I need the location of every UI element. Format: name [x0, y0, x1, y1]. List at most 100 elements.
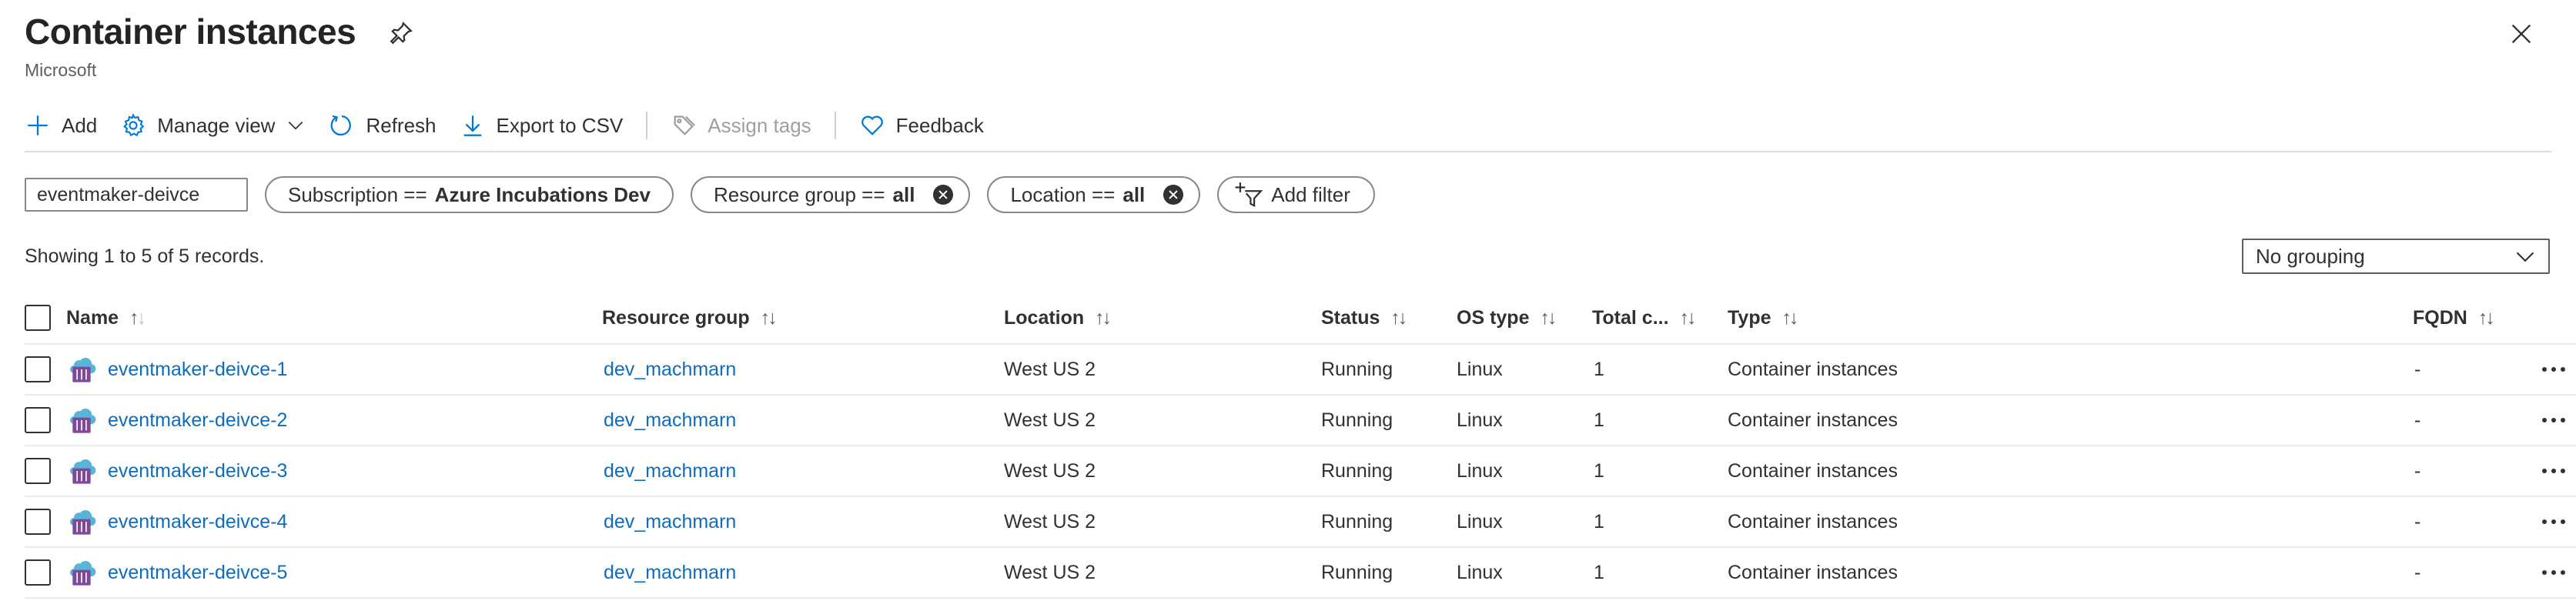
- total-containers-value: 1: [1594, 459, 1604, 482]
- feedback-button[interactable]: Feedback: [859, 112, 984, 139]
- resource-group-link[interactable]: dev_machmarn: [604, 359, 736, 381]
- refresh-label: Refresh: [366, 113, 437, 137]
- sort-icon: ↑↓: [1540, 306, 1557, 329]
- type-value: Container instances: [1728, 358, 1898, 380]
- close-icon[interactable]: [2508, 21, 2534, 47]
- total-containers-value: 1: [1594, 358, 1604, 380]
- add-filter-icon: [1235, 182, 1263, 208]
- resource-group-link[interactable]: dev_machmarn: [604, 460, 736, 482]
- total-containers-value: 1: [1594, 561, 1604, 583]
- resource-name-link[interactable]: eventmaker-deivce-2: [108, 409, 287, 432]
- location-filter-label: Location ==: [1010, 182, 1116, 206]
- resource-group-link[interactable]: dev_machmarn: [604, 409, 736, 432]
- fqdn-value: -: [2414, 358, 2421, 380]
- type-value: Container instances: [1728, 459, 1898, 482]
- table-row[interactable]: eventmaker-deivce-2 dev_machmarn West US…: [25, 396, 2576, 446]
- more-actions-icon[interactable]: [2542, 570, 2565, 575]
- column-resource-group-label: Resource group: [602, 306, 750, 329]
- assign-tags-label: Assign tags: [708, 113, 811, 137]
- select-all-checkbox[interactable]: [25, 305, 51, 331]
- resource-group-link[interactable]: dev_machmarn: [604, 511, 736, 533]
- container-instance-icon: [70, 561, 96, 586]
- add-filter-label: Add filter: [1271, 182, 1350, 206]
- row-checkbox[interactable]: [25, 458, 51, 484]
- location-value: West US 2: [1004, 358, 1096, 380]
- pin-icon[interactable]: [388, 20, 414, 46]
- resource-name-link[interactable]: eventmaker-deivce-1: [108, 359, 287, 381]
- column-header-location[interactable]: Location ↑↓: [1004, 292, 1112, 343]
- add-filter-button[interactable]: Add filter: [1217, 176, 1375, 213]
- status-value: Running: [1321, 510, 1393, 533]
- column-header-fqdn[interactable]: FQDN ↑↓: [2413, 292, 2495, 343]
- column-type-label: Type: [1728, 306, 1771, 329]
- location-value: West US 2: [1004, 409, 1096, 431]
- search-input[interactable]: [25, 178, 248, 212]
- subscription-filter-value: Azure Incubations Dev: [434, 182, 651, 206]
- page-title: Container instances: [25, 12, 356, 52]
- tag-icon: [674, 115, 696, 135]
- os-type-value: Linux: [1457, 561, 1503, 583]
- resource-name-link[interactable]: eventmaker-deivce-5: [108, 562, 287, 584]
- column-status-label: Status: [1321, 306, 1380, 329]
- type-value: Container instances: [1728, 510, 1898, 533]
- resource-name-link[interactable]: eventmaker-deivce-4: [108, 511, 287, 533]
- column-header-type[interactable]: Type ↑↓: [1728, 292, 1799, 343]
- resource-name-link[interactable]: eventmaker-deivce-3: [108, 460, 287, 482]
- subscription-filter-pill[interactable]: Subscription == Azure Incubations Dev: [265, 176, 674, 213]
- total-containers-value: 1: [1594, 409, 1604, 431]
- chevron-down-icon: [2516, 252, 2534, 262]
- resource-group-link[interactable]: dev_machmarn: [604, 562, 736, 584]
- row-checkbox[interactable]: [25, 407, 51, 433]
- toolbar-divider: [646, 112, 648, 139]
- records-count: Showing 1 to 5 of 5 records.: [25, 245, 265, 267]
- column-header-total[interactable]: Total c... ↑↓: [1592, 292, 1697, 343]
- fqdn-value: -: [2414, 409, 2421, 431]
- sort-icon: ↑↓: [129, 306, 146, 329]
- page-subtitle: Microsoft: [25, 60, 97, 80]
- table-row[interactable]: eventmaker-deivce-4 dev_machmarn West US…: [25, 497, 2576, 548]
- column-name-label: Name: [66, 306, 119, 329]
- column-location-label: Location: [1004, 306, 1085, 329]
- resource-group-filter-pill[interactable]: Resource group == all: [690, 176, 971, 213]
- feedback-label: Feedback: [895, 113, 984, 137]
- toolbar-divider: [834, 112, 836, 139]
- export-csv-button[interactable]: Export to CSV: [460, 112, 623, 139]
- os-type-value: Linux: [1457, 358, 1503, 380]
- column-total-label: Total c...: [1592, 306, 1669, 329]
- more-actions-icon[interactable]: [2542, 519, 2565, 524]
- fqdn-value: -: [2414, 510, 2421, 533]
- add-button[interactable]: Add: [25, 112, 97, 139]
- location-value: West US 2: [1004, 459, 1096, 482]
- heart-icon: [861, 115, 883, 135]
- row-checkbox[interactable]: [25, 509, 51, 535]
- more-actions-icon[interactable]: [2542, 418, 2565, 422]
- more-actions-icon[interactable]: [2542, 367, 2565, 372]
- more-actions-icon[interactable]: [2542, 469, 2565, 473]
- column-header-resource-group[interactable]: Resource group ↑↓: [602, 292, 778, 343]
- table-row[interactable]: eventmaker-deivce-3 dev_machmarn West US…: [25, 446, 2576, 497]
- column-header-status[interactable]: Status ↑↓: [1321, 292, 1407, 343]
- os-type-value: Linux: [1457, 459, 1503, 482]
- assign-tags-button[interactable]: Assign tags: [671, 112, 811, 139]
- column-os-type-label: OS type: [1457, 306, 1530, 329]
- location-filter-pill[interactable]: Location == all: [987, 176, 1201, 213]
- table-row[interactable]: eventmaker-deivce-5 dev_machmarn West US…: [25, 548, 2576, 599]
- grouping-dropdown[interactable]: No grouping: [2242, 239, 2550, 274]
- location-filter-value: all: [1122, 182, 1146, 206]
- row-checkbox[interactable]: [25, 356, 51, 382]
- type-value: Container instances: [1728, 409, 1898, 431]
- column-header-os-type[interactable]: OS type ↑↓: [1457, 292, 1557, 343]
- manage-view-label: Manage view: [157, 113, 276, 137]
- container-instance-icon: [70, 358, 96, 382]
- os-type-value: Linux: [1457, 510, 1503, 533]
- clear-filter-icon[interactable]: [933, 185, 954, 205]
- container-instance-icon: [70, 409, 96, 433]
- row-checkbox[interactable]: [25, 559, 51, 586]
- refresh-button[interactable]: Refresh: [329, 112, 437, 139]
- manage-view-button[interactable]: Manage view: [120, 112, 306, 139]
- filter-bar: Subscription == Azure Incubations Dev Re…: [25, 176, 1375, 213]
- column-header-name[interactable]: Name ↑↓: [66, 292, 146, 343]
- clear-filter-icon[interactable]: [1163, 185, 1184, 205]
- table-row[interactable]: eventmaker-deivce-1 dev_machmarn West US…: [25, 345, 2576, 396]
- status-value: Running: [1321, 409, 1393, 431]
